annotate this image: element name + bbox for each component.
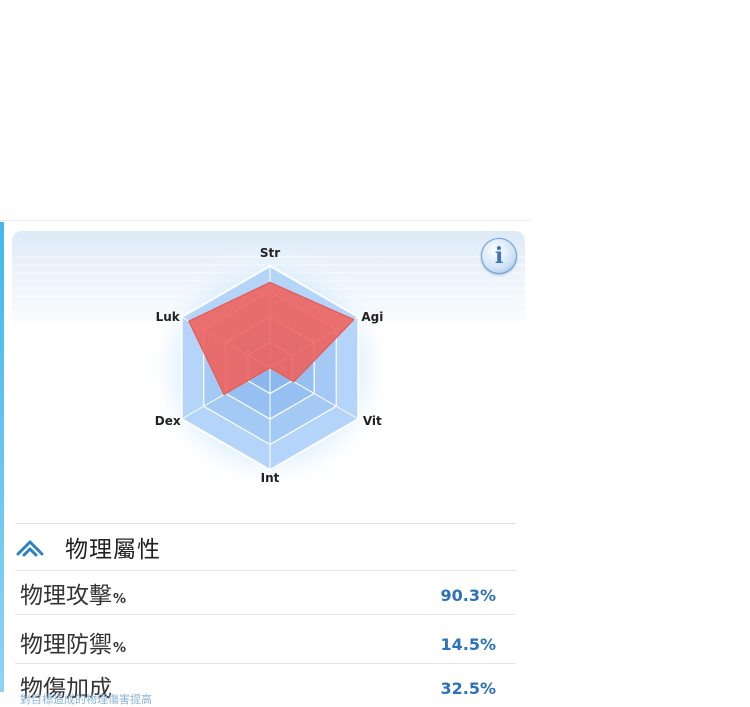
radar-axis-label-dex: Dex: [155, 414, 181, 428]
collapse-chevron-icon[interactable]: [15, 536, 45, 558]
section-title: 物理屬性: [65, 537, 161, 563]
stat-description: 對目標造成的物理傷害提高: [20, 693, 152, 706]
radar-axis-label-int: Int: [261, 471, 280, 485]
info-button[interactable]: i: [481, 238, 517, 274]
stat-name: 物理攻擊%: [20, 583, 127, 609]
info-icon: i: [494, 243, 504, 269]
radar-axis-label-vit: Vit: [363, 414, 382, 428]
stat-value: 90.3%: [440, 586, 496, 605]
radar-axis-label-str: Str: [260, 246, 280, 260]
stat-value: 14.5%: [440, 635, 496, 654]
stat-row-physical-attack: 物理攻擊% 90.3%: [15, 570, 516, 615]
stat-row-physical-defense: 物理防禦% 14.5%: [15, 619, 516, 664]
stat-value: 32.5%: [440, 679, 496, 698]
stat-row-physical-damage-bonus: 物傷加成 對目標造成的物理傷害提高 32.5%: [15, 663, 516, 706]
radar-axis-label-agi: Agi: [361, 310, 383, 324]
attribute-radar-chart: Str Agi Vit Int Dex Luk: [145, 245, 395, 493]
radar-axis-label-luk: Luk: [156, 310, 181, 324]
stat-name: 物理防禦%: [20, 632, 127, 658]
section-header-physical[interactable]: 物理屬性: [15, 523, 516, 571]
panel-edge: [0, 222, 4, 692]
